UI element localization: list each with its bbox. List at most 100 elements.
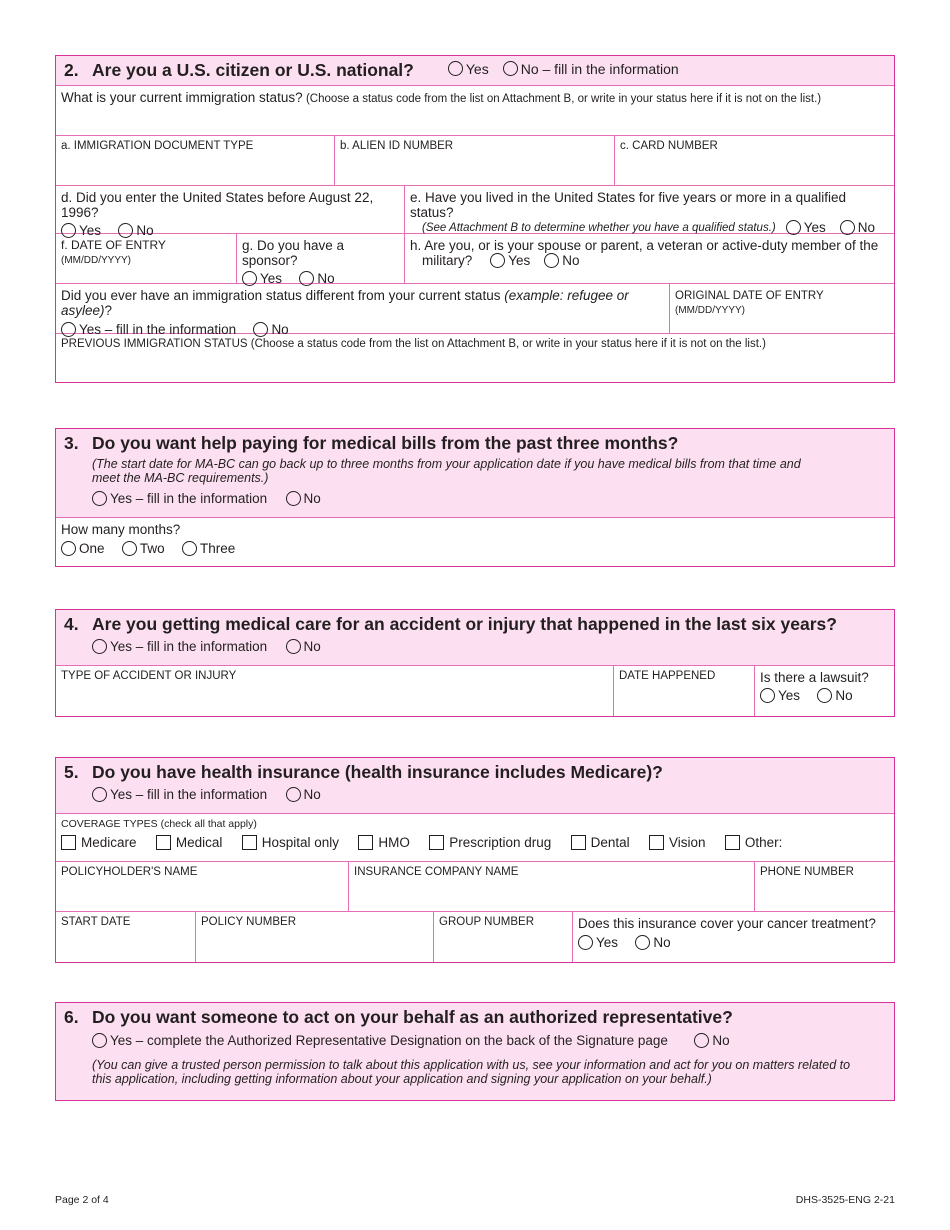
ma-bc-note: (The start date for MA-BC can go back up… — [92, 457, 801, 485]
lawsuit-question: Is there a lawsuit? Yes No — [760, 670, 869, 703]
s6-no-radio[interactable]: No — [694, 1033, 730, 1048]
radio-circle-icon — [490, 253, 506, 268]
months-three-radio[interactable]: Three — [181, 541, 235, 556]
coverage-dental-checkbox[interactable]: Dental — [570, 835, 630, 850]
s4-no-radio[interactable]: No — [285, 639, 321, 654]
radio-circle-icon — [181, 541, 197, 556]
insurance-company-field[interactable]: INSURANCE COMPANY NAME — [349, 862, 755, 911]
s4-yes-radio[interactable]: Yes – fill in the information — [92, 639, 267, 654]
h-no-radio[interactable]: No — [544, 253, 580, 268]
radio-circle-icon — [447, 61, 463, 76]
immigration-status-field[interactable]: What is your current immigration status?… — [56, 86, 894, 135]
radio-circle-icon — [635, 935, 651, 950]
radio-circle-icon — [61, 541, 76, 556]
radio-circle-icon — [544, 253, 560, 268]
radio-circle-icon — [92, 787, 107, 802]
question-title: Are you a U.S. citizen or U.S. national? — [92, 60, 414, 80]
cancer-yes-radio[interactable]: Yes — [578, 935, 618, 950]
s3-no-radio[interactable]: No — [285, 491, 321, 506]
entered-before-1996-question: d. Did you enter the United States befor… — [56, 186, 405, 238]
accident-type-field[interactable]: TYPE OF ACCIDENT OR INJURY — [56, 666, 614, 716]
coverage-prescription-checkbox[interactable]: Prescription drug — [429, 835, 551, 850]
lawsuit-no-radio[interactable]: No — [817, 688, 853, 703]
question-number: 2. — [64, 60, 79, 80]
question-title: Do you have health insurance (health ins… — [92, 762, 663, 782]
radio-circle-icon — [785, 220, 801, 235]
s3-yes-radio[interactable]: Yes – fill in the information — [92, 491, 267, 506]
e-yes-radio[interactable]: Yes — [785, 220, 826, 235]
representative-note: (You can give a trusted person permissio… — [92, 1058, 851, 1086]
coverage-other-checkbox[interactable]: Other: — [724, 835, 782, 850]
sponsor-question: g. Do you have a sponsor? Yes No — [237, 234, 405, 286]
radio-circle-icon — [502, 61, 518, 76]
coverage-vision-checkbox[interactable]: Vision — [649, 835, 706, 850]
s5-no-radio[interactable]: No — [285, 787, 321, 802]
cancer-coverage-question: Does this insurance cover your cancer tr… — [578, 916, 876, 950]
radio-circle-icon — [285, 787, 301, 802]
citizen-yes-radio[interactable]: Yes — [447, 61, 489, 77]
radio-circle-icon — [839, 220, 855, 235]
section-2-citizenship: 2. Are you a U.S. citizen or U.S. nation… — [55, 55, 895, 383]
radio-circle-icon — [694, 1033, 710, 1048]
date-happened-field[interactable]: DATE HAPPENED — [614, 666, 755, 716]
document-type-field[interactable]: a. IMMIGRATION DOCUMENT TYPE — [56, 136, 335, 185]
section-5-header: 5. Do you have health insurance (health i… — [56, 758, 894, 814]
h-yes-radio[interactable]: Yes — [490, 253, 530, 268]
coverage-types: COVERAGE TYPES (check all that apply) Me… — [61, 818, 783, 850]
radio-circle-icon — [817, 688, 833, 703]
cancer-no-radio[interactable]: No — [635, 935, 671, 950]
card-number-field[interactable]: c. CARD NUMBER — [615, 136, 894, 185]
citizen-no-radio[interactable]: No – fill in the information — [502, 61, 679, 77]
how-many-months-question: How many months? One Two Three — [61, 522, 236, 556]
coverage-medicare-checkbox[interactable]: Medicare — [61, 835, 137, 850]
section-3-medical-bills: 3. Do you want help paying for medical bi… — [55, 428, 895, 567]
checkbox-icon — [429, 835, 445, 850]
section-4-accident: 4. Are you getting medical care for an ac… — [55, 609, 895, 717]
radio-circle-icon — [92, 491, 107, 506]
form-id: DHS-3525-ENG 2-21 — [795, 1194, 895, 1206]
checkbox-icon — [570, 835, 586, 850]
section-6-header: 6. Do you want someone to act on your beh… — [56, 1003, 894, 1100]
section-5-insurance: 5. Do you have health insurance (health i… — [55, 757, 895, 963]
checkbox-icon — [61, 835, 76, 850]
phone-number-field[interactable]: PHONE NUMBER — [755, 862, 894, 911]
alien-id-field[interactable]: b. ALIEN ID NUMBER — [335, 136, 615, 185]
section-4-header: 4. Are you getting medical care for an ac… — [56, 610, 894, 666]
e-no-radio[interactable]: No — [839, 220, 875, 235]
section-6-representative: 6. Do you want someone to act on your beh… — [55, 1002, 895, 1101]
s6-yes-radio[interactable]: Yes – complete the Authorized Representa… — [92, 1033, 668, 1048]
coverage-hospital-checkbox[interactable]: Hospital only — [241, 835, 339, 850]
policy-number-field[interactable]: POLICY NUMBER — [196, 912, 434, 962]
radio-circle-icon — [285, 491, 301, 506]
original-date-entry-field[interactable]: ORIGINAL DATE OF ENTRY (MM/DD/YYYY) — [670, 284, 894, 333]
date-of-entry-field[interactable]: f. DATE OF ENTRY (MM/DD/YYYY) — [56, 234, 237, 283]
months-one-radio[interactable]: One — [61, 541, 105, 556]
five-years-qualified-question: e. Have you lived in the United States f… — [410, 190, 875, 235]
radio-circle-icon — [760, 688, 775, 703]
page-number: Page 2 of 4 — [55, 1194, 109, 1206]
radio-circle-icon — [92, 1033, 107, 1048]
checkbox-icon — [649, 835, 665, 850]
months-two-radio[interactable]: Two — [121, 541, 165, 556]
previous-status-field[interactable]: PREVIOUS IMMIGRATION STATUS (Choose a st… — [56, 334, 894, 382]
radio-circle-icon — [121, 541, 137, 556]
start-date-field[interactable]: START DATE — [56, 912, 196, 962]
section-3-header: 3. Do you want help paying for medical bi… — [56, 429, 894, 518]
group-number-field[interactable]: GROUP NUMBER — [434, 912, 573, 962]
veteran-question: h. Are you, or is your spouse or parent,… — [410, 238, 879, 268]
radio-circle-icon — [578, 935, 593, 950]
coverage-medical-checkbox[interactable]: Medical — [155, 835, 222, 850]
s5-yes-radio[interactable]: Yes – fill in the information — [92, 787, 267, 802]
checkbox-icon — [155, 835, 171, 850]
checkbox-icon — [358, 835, 374, 850]
checkbox-icon — [241, 835, 257, 850]
coverage-hmo-checkbox[interactable]: HMO — [358, 835, 410, 850]
radio-circle-icon — [285, 639, 301, 654]
question-title: Do you want help paying for medical bill… — [92, 433, 679, 453]
lawsuit-yes-radio[interactable]: Yes — [760, 688, 800, 703]
checkbox-icon — [724, 835, 740, 850]
different-status-question: Did you ever have an immigration status … — [56, 284, 670, 337]
policyholder-name-field[interactable]: POLICYHOLDER'S NAME — [56, 862, 349, 911]
question-title: Do you want someone to act on your behal… — [92, 1007, 733, 1027]
question-title: Are you getting medical care for an acci… — [92, 614, 837, 634]
